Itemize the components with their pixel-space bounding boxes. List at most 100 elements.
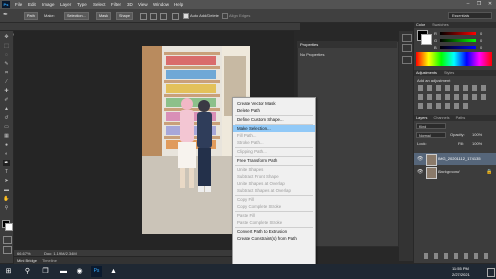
brush-tool-icon[interactable]: ✐ <box>3 97 10 103</box>
opacity-value[interactable]: 100% <box>472 132 482 137</box>
channel-r-value[interactable]: 0 <box>480 31 482 36</box>
move-tool-icon[interactable]: ✥ <box>3 34 10 40</box>
menu-image[interactable]: Image <box>42 2 55 7</box>
tab-layers[interactable]: Layers <box>416 116 427 120</box>
make-mask-button[interactable]: Mask <box>96 12 112 20</box>
blend-mode-select[interactable]: Normal <box>416 132 446 138</box>
make-shape-button[interactable]: Shape <box>116 12 133 20</box>
menu-file[interactable]: File <box>15 2 22 7</box>
tab-swatches[interactable]: Swatches <box>432 23 448 27</box>
layer-actions-toolbar[interactable] <box>424 253 490 259</box>
pen-tool-active-icon[interactable]: ✒ <box>3 160 10 166</box>
menu-layer[interactable]: Layer <box>60 2 71 7</box>
actions-panel-icon[interactable] <box>402 44 412 52</box>
dodge-tool-icon[interactable]: ◐ <box>3 151 10 157</box>
healing-brush-tool-icon[interactable]: ✚ <box>3 88 10 94</box>
auto-add-delete-checkbox[interactable] <box>183 13 189 19</box>
tab-styles[interactable]: Styles <box>444 71 454 75</box>
tab-timeline[interactable]: Timeline <box>42 258 57 263</box>
menu-item-delete-path[interactable]: Delete Path <box>233 107 315 114</box>
tab-color[interactable]: Color <box>416 23 425 27</box>
menu-type[interactable]: Type <box>77 2 87 7</box>
menu-window[interactable]: Window <box>153 2 169 7</box>
info-panel-icon[interactable] <box>402 56 412 64</box>
green-slider[interactable] <box>440 39 476 42</box>
menu-help[interactable]: Help <box>174 2 183 7</box>
adjustment-icons-row-2[interactable] <box>418 94 490 100</box>
photos-icon[interactable]: ▲ <box>108 266 119 277</box>
tab-adjustments[interactable]: Adjustments <box>416 71 437 75</box>
task-view-icon[interactable]: ❐ <box>40 266 51 277</box>
settings-gear-icon[interactable] <box>172 13 179 20</box>
menu-select[interactable]: Select <box>93 2 106 7</box>
background-layer-name[interactable]: Background <box>438 169 459 174</box>
file-explorer-icon[interactable]: ▬ <box>58 266 69 277</box>
zoom-tool-icon[interactable]: ⚲ <box>3 205 10 211</box>
type-tool-icon[interactable]: T <box>3 169 10 175</box>
menu-item-free-transform-path[interactable]: Free Transform Path <box>233 157 315 164</box>
layer-row-selected[interactable]: 👁 IMG_20201112_174135 <box>414 153 496 166</box>
hand-tool-icon[interactable]: ✋ <box>3 196 10 202</box>
menu-item-create-vector-mask[interactable]: Create Vector Mask <box>233 100 315 107</box>
quick-mask-icon[interactable] <box>3 236 12 244</box>
search-icon[interactable]: ⚲ <box>22 266 33 277</box>
menu-item-create-constraint-s-from-path[interactable]: Create Constraint(s) from Path <box>233 235 315 242</box>
screen-mode-icon[interactable] <box>3 246 12 254</box>
blue-slider[interactable] <box>440 46 476 49</box>
tab-mini-bridge[interactable]: Mini Bridge <box>17 258 37 263</box>
eyedropper-tool-icon[interactable]: ⁄ <box>3 79 10 85</box>
zoom-level[interactable]: 66.67% <box>17 251 31 256</box>
visibility-eye-icon[interactable]: 👁 <box>417 156 423 162</box>
channel-b-value[interactable]: 0 <box>480 45 482 50</box>
tool-mode-select[interactable]: Path <box>24 12 38 20</box>
adjustment-icons-row-3[interactable] <box>418 103 468 109</box>
pen-tool-icon[interactable]: ✒ <box>3 12 11 19</box>
document-tab[interactable]: IMG_20201112_174135.jpg @ 66.7% (IMG_202… <box>0 23 300 37</box>
layer-name[interactable]: IMG_20201112_174135 <box>438 156 481 161</box>
eraser-tool-icon[interactable]: ▭ <box>3 124 10 130</box>
history-brush-tool-icon[interactable]: ↺ <box>3 115 10 121</box>
menu-item-convert-path-to-extrusion[interactable]: Convert Path to Extrusion <box>233 228 315 235</box>
visibility-eye-icon[interactable]: 👁 <box>417 169 423 175</box>
chrome-icon[interactable]: ◉ <box>74 266 85 277</box>
layer-kind-filter[interactable]: Kind <box>416 123 446 129</box>
quick-select-tool-icon[interactable]: ✎ <box>3 61 10 67</box>
clone-stamp-tool-icon[interactable]: ▲ <box>3 106 10 112</box>
fill-value[interactable]: 100% <box>472 141 482 146</box>
menu-view[interactable]: View <box>138 2 148 7</box>
photoshop-taskbar-icon[interactable]: Ps <box>91 266 102 277</box>
menu-edit[interactable]: Edit <box>28 2 36 7</box>
tab-paths[interactable]: Paths <box>456 116 466 120</box>
windows-start-icon[interactable]: ⊞ <box>3 266 14 277</box>
path-selection-tool-icon[interactable]: ➤ <box>3 178 10 184</box>
menu-item-make-selection[interactable]: Make Selection... <box>233 125 315 132</box>
align-edges-checkbox[interactable] <box>222 13 228 19</box>
blur-tool-icon[interactable]: ● <box>3 142 10 148</box>
color-background-swatch[interactable] <box>421 34 432 45</box>
red-slider[interactable] <box>440 32 476 35</box>
close-button[interactable]: ✕ <box>485 0 495 9</box>
crop-tool-icon[interactable]: ⌗ <box>3 70 10 76</box>
menu-item-define-custom-shape[interactable]: Define Custom Shape... <box>233 116 315 123</box>
adjustment-icons-row-1[interactable] <box>418 85 490 91</box>
make-selection-option-button[interactable]: Selection... <box>64 12 89 20</box>
layer-row-background[interactable]: 👁 Background 🔒 <box>414 166 496 179</box>
history-panel-icon[interactable] <box>402 34 412 42</box>
gradient-tool-icon[interactable]: ▦ <box>3 133 10 139</box>
marquee-tool-icon[interactable]: ⬚ <box>3 43 10 49</box>
maximize-button[interactable]: ❐ <box>474 0 484 9</box>
background-color-swatch[interactable] <box>5 223 13 231</box>
rectangle-tool-icon[interactable]: ▬ <box>3 187 10 193</box>
notification-icon[interactable] <box>487 268 495 277</box>
color-spectrum[interactable] <box>416 52 492 66</box>
workspace-select[interactable]: Essentials <box>448 12 492 19</box>
path-alignment-icon[interactable] <box>150 13 157 20</box>
channel-g-value[interactable]: 0 <box>480 38 482 43</box>
minimize-button[interactable]: – <box>463 0 473 9</box>
path-arrangement-icon[interactable] <box>160 13 167 20</box>
menu-filter[interactable]: Filter <box>111 2 121 7</box>
menu-3d[interactable]: 3D <box>127 2 133 7</box>
lasso-tool-icon[interactable]: ◌ <box>3 52 10 58</box>
tab-channels[interactable]: Channels <box>433 116 449 120</box>
path-operations-icon[interactable] <box>140 13 147 20</box>
